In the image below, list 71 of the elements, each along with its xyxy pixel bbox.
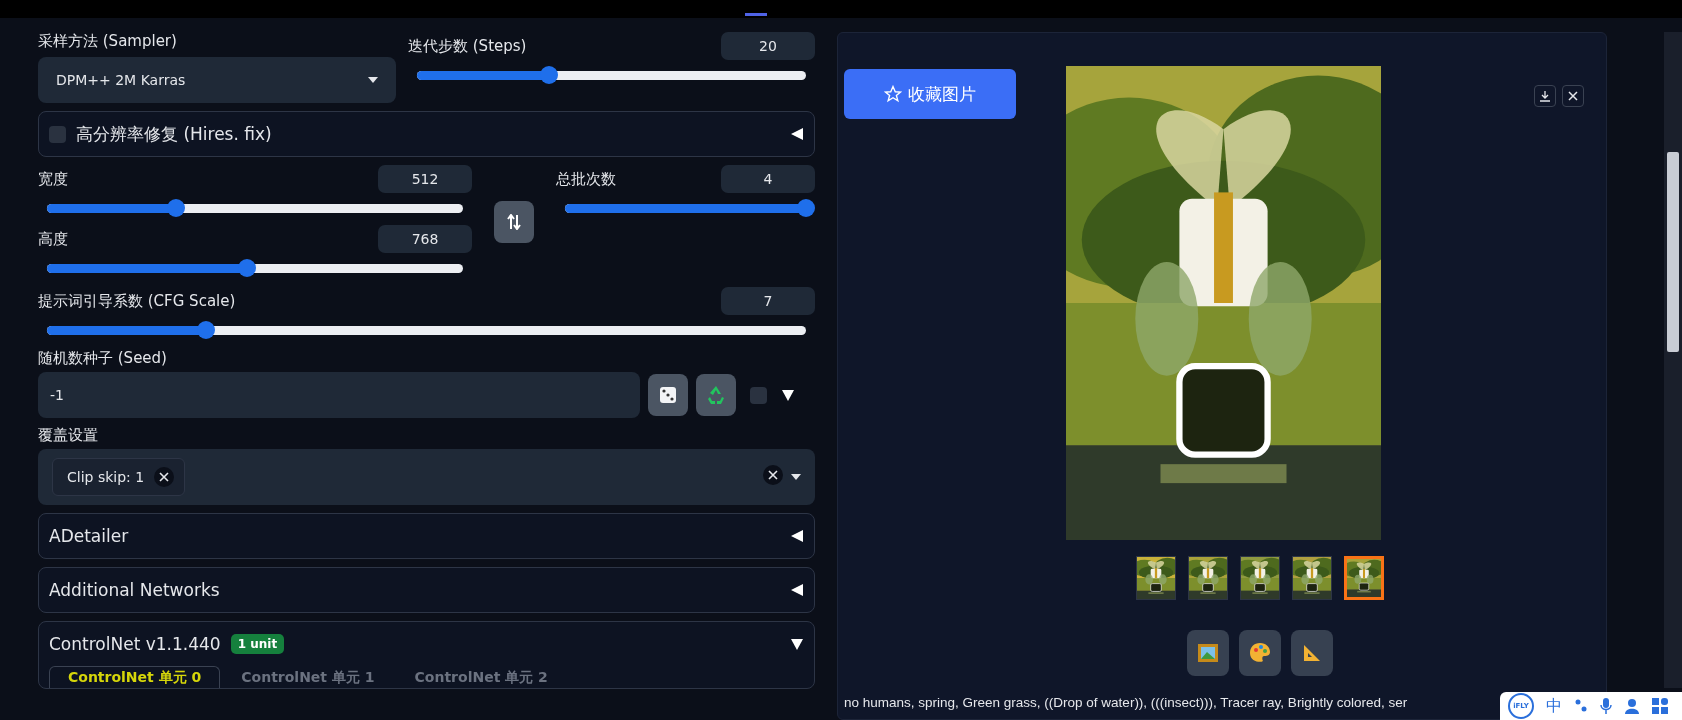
thumbnail[interactable] xyxy=(1136,556,1176,600)
field-label: 高度 xyxy=(38,229,68,249)
framed-picture-icon xyxy=(1197,643,1219,663)
number-field[interactable]: 20 xyxy=(721,32,815,60)
close-icon xyxy=(1567,90,1579,102)
thumbnail[interactable] xyxy=(1344,556,1384,600)
star-icon xyxy=(884,85,902,103)
checkbox[interactable] xyxy=(750,386,767,404)
slider-thumb[interactable] xyxy=(197,321,216,339)
number-field[interactable]: 4 xyxy=(721,165,815,193)
swap-button[interactable] xyxy=(494,201,534,243)
triangle-icon[interactable] xyxy=(790,529,804,543)
field-label: 随机数种子 (Seed) xyxy=(38,349,168,368)
thumbnail[interactable] xyxy=(1240,556,1280,600)
unit-tab[interactable]: ControlNet 单元 0 xyxy=(49,666,221,688)
sampler-dropdown[interactable]: DPM++ 2M Karras xyxy=(38,57,396,103)
tag-chip[interactable]: Clip skip: 1 xyxy=(52,458,186,496)
number-field[interactable]: 768 xyxy=(378,225,472,253)
tab-indicator xyxy=(745,13,767,16)
thumbnail[interactable] xyxy=(1292,556,1332,600)
user-icon[interactable] xyxy=(1624,698,1640,714)
ime-mode-button[interactable]: 中 xyxy=(1546,695,1562,717)
close-button[interactable] xyxy=(1562,85,1584,107)
triangle-icon[interactable] xyxy=(781,388,795,402)
unit-badge: 1 unit xyxy=(230,634,285,654)
field-label: 总批次数 xyxy=(556,169,616,189)
prompt-text: no humans, spring, Green grass, ((Drop of water)), (((insect))), Tracer ray, Brightly colored, ser xyxy=(844,694,1408,712)
unit-tab[interactable]: ControlNet 单元 1 xyxy=(222,666,394,688)
dice-icon xyxy=(658,385,678,405)
caret-icon xyxy=(791,474,801,480)
accordion-title[interactable]: ADetailer xyxy=(49,526,129,546)
field-label: 覆盖设置 xyxy=(38,426,99,445)
dice-button[interactable] xyxy=(648,374,688,416)
number-field[interactable]: 512 xyxy=(378,165,472,193)
slider-thumb[interactable] xyxy=(166,199,185,217)
slider-thumb[interactable] xyxy=(797,199,815,217)
accordion-title: 高分辨率修复 (Hires. fix) xyxy=(76,122,272,146)
scrollbar-thumb[interactable] xyxy=(1667,152,1679,352)
punctuation-icon[interactable] xyxy=(1574,698,1588,714)
caret-icon xyxy=(368,77,378,83)
triangle-icon[interactable] xyxy=(790,637,804,651)
triangle-icon[interactable] xyxy=(790,127,804,141)
send-to-extras-button[interactable] xyxy=(1291,630,1333,676)
close-icon[interactable] xyxy=(154,467,175,487)
send-to-inpaint-button[interactable] xyxy=(1239,630,1281,676)
accordion-title[interactable]: Additional Networks xyxy=(49,580,220,600)
field-label: 提示词引导系数 (CFG Scale) xyxy=(38,291,236,311)
download-icon xyxy=(1539,90,1551,102)
download-button[interactable] xyxy=(1534,85,1556,107)
thumbnail[interactable] xyxy=(1188,556,1228,600)
save-image-button[interactable]: 收藏图片 xyxy=(844,69,1016,119)
unit-tab[interactable]: ControlNet 单元 2 xyxy=(395,666,567,688)
override-select[interactable]: Clip skip: 1 xyxy=(38,449,815,505)
recycle-button[interactable] xyxy=(696,374,736,416)
swap-icon xyxy=(507,214,521,230)
slider-thumb[interactable] xyxy=(237,259,256,277)
triangle-icon[interactable] xyxy=(790,583,804,597)
checkbox[interactable] xyxy=(49,125,66,143)
field-label: 迭代步数 (Steps) xyxy=(408,36,527,56)
field-label: 采样方法 (Sampler) xyxy=(38,32,178,51)
palette-icon xyxy=(1249,642,1271,664)
send-to-img2img-button[interactable] xyxy=(1187,630,1229,676)
slider-thumb[interactable] xyxy=(540,66,559,84)
recycle-icon xyxy=(705,384,727,406)
accordion-title[interactable]: ControlNet v1.1.440 xyxy=(49,634,221,654)
field-label: 宽度 xyxy=(38,169,68,189)
microphone-icon[interactable] xyxy=(1600,697,1612,715)
seed-field[interactable]: -1 xyxy=(38,372,640,418)
grid-icon[interactable] xyxy=(1652,698,1668,714)
close-icon[interactable] xyxy=(763,465,783,485)
number-field[interactable]: 7 xyxy=(721,287,815,315)
